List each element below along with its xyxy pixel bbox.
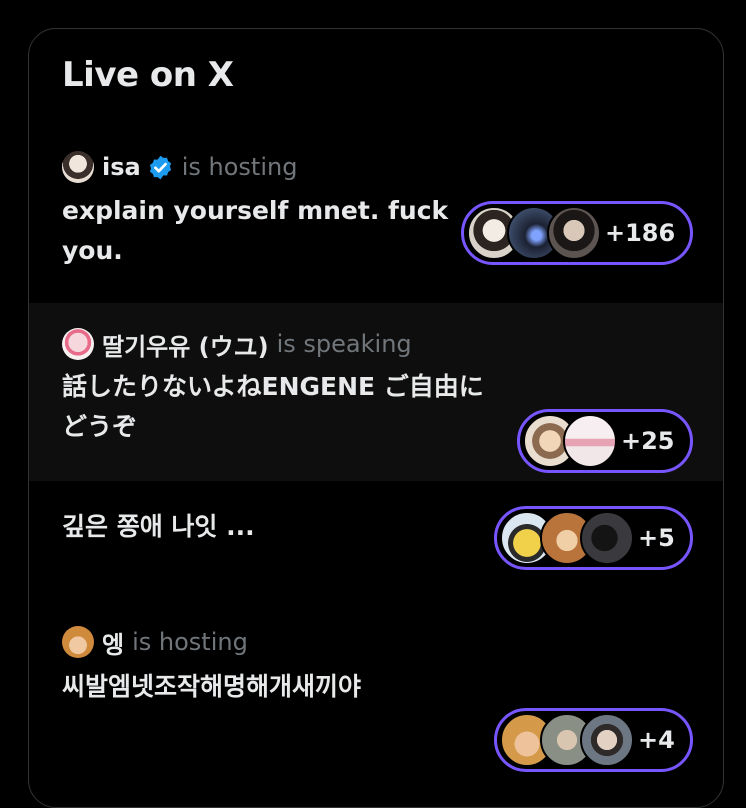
host-role: is speaking	[276, 330, 412, 358]
space-title: 씨발엠넷조작해명해개새끼야	[62, 672, 362, 701]
space-title: 깊은 쫑애 나잇 ...	[62, 512, 255, 541]
live-on-x-card: Live on X isa is hosting explain yoursel…	[28, 28, 724, 808]
listeners-pill[interactable]: +25	[517, 409, 693, 473]
host-name: isa	[102, 153, 141, 181]
space-host-line: 엥 is hosting	[62, 625, 248, 659]
space-host-line: 딸기우유 (ウユ) is speaking	[62, 327, 412, 361]
listener-count: +4	[638, 726, 675, 754]
host-name: 딸기우유 (ウユ)	[102, 332, 269, 361]
listener-count: +186	[605, 219, 676, 247]
listener-avatar	[547, 206, 601, 260]
listener-avatar	[580, 511, 634, 565]
host-avatar	[62, 328, 94, 360]
listener-avatar	[580, 713, 634, 767]
verified-badge-icon	[149, 155, 171, 179]
card-title: Live on X	[62, 55, 234, 95]
space-item[interactable]: isa is hosting explain yourself mnet. fu…	[29, 137, 723, 303]
listeners-pill[interactable]: +186	[461, 201, 693, 265]
listener-count: +25	[621, 427, 675, 455]
listener-count: +5	[638, 524, 675, 552]
listener-avatar	[563, 414, 617, 468]
space-title: explain yourself mnet. fuck you.	[62, 196, 449, 265]
host-name: 엥	[102, 630, 125, 659]
host-avatar	[62, 151, 94, 183]
space-item[interactable]: 깊은 쫑애 나잇 ... +5	[29, 481, 723, 621]
space-item[interactable]: 엥 is hosting 씨발엠넷조작해명해개새끼야 +4	[29, 621, 723, 791]
host-role: is hosting	[181, 153, 298, 181]
space-host-line: isa is hosting	[62, 150, 297, 184]
space-title: 話したりないよねENGENE ご自由にどうぞ	[62, 372, 484, 441]
listeners-pill[interactable]: +5	[494, 506, 693, 570]
host-role: is hosting	[132, 628, 248, 656]
host-avatar	[62, 626, 94, 658]
listeners-pill[interactable]: +4	[494, 708, 693, 772]
space-item[interactable]: 딸기우유 (ウユ) is speaking 話したりないよねENGENE ご自由…	[29, 303, 723, 481]
